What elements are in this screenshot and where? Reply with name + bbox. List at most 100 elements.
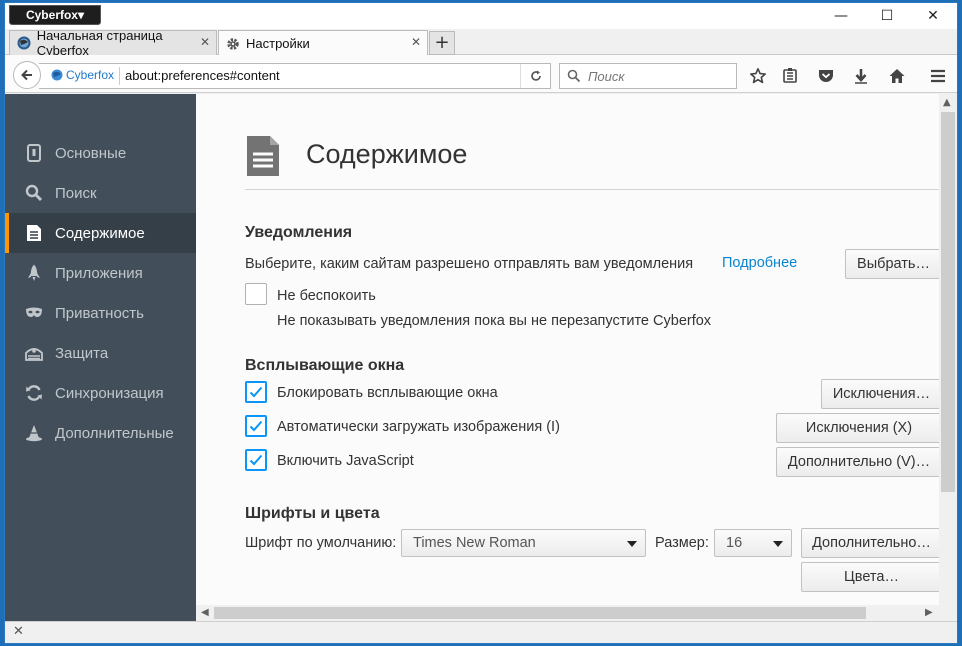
sidebar-item-general[interactable]: Основные [5,133,196,173]
sync-icon [25,384,43,402]
home-icon [889,69,905,83]
sidebar-item-label: Приватность [55,304,144,322]
search-icon [25,184,43,202]
block-popups-checkbox[interactable] [245,381,267,403]
enable-javascript-checkbox[interactable] [245,449,267,471]
sidebar-item-label: Защита [55,344,109,362]
identity-label: Cyberfox [66,68,115,82]
fonts-heading: Шрифты и цвета [245,505,380,522]
sidebar-item-sync[interactable]: Синхронизация [5,373,196,413]
tab-label: Настройки [246,36,310,51]
page-title: Содержимое [306,139,468,169]
load-images-checkbox[interactable] [245,415,267,437]
chevron-down-icon [773,541,783,547]
mask-icon [25,304,43,322]
vertical-scrollbar[interactable]: ▲ [939,94,957,606]
document-icon [245,134,281,183]
learn-more-link[interactable]: Подробнее [722,255,797,271]
globe-icon [51,69,63,81]
load-images-label: Автоматически загружать изображения (I) [277,419,560,435]
cyberfox-globe-icon [16,35,32,51]
scroll-right-icon[interactable]: ▶ [925,607,933,618]
popups-heading: Всплывающие окна [245,357,405,374]
pocket-button[interactable] [813,63,839,89]
scroll-up-icon[interactable]: ▲ [943,97,951,108]
bookmarks-list-icon [783,68,797,83]
new-tab-button[interactable]: + [429,31,455,55]
font-size-select[interactable]: 16 [714,529,792,557]
page-header: Содержимое [245,130,945,190]
maximize-button[interactable]: ☐ [864,3,910,29]
sidebar-item-content[interactable]: Содержимое [5,213,196,253]
image-exceptions-button[interactable]: Исключения (X) [776,413,942,443]
shield-icon [25,344,43,362]
do-not-disturb-hint: Не показывать уведомления пока вы не пер… [277,313,712,329]
do-not-disturb-label: Не беспокоить [277,288,376,304]
scroll-left-icon[interactable]: ◀ [201,607,209,618]
close-statusbar-icon[interactable]: ✕ [13,624,24,639]
sidebar-item-privacy[interactable]: Приватность [5,293,196,333]
preferences-content: Основные Поиск Содержимое Приложения При… [5,94,957,621]
tab-strip: Начальная страница Cyberfox ✕ Настройки … [5,28,957,58]
preferences-main-pane: Содержимое Уведомления Выберите, каким с… [196,94,945,606]
site-identity[interactable]: Cyberfox [51,68,114,82]
search-bar[interactable] [559,63,737,89]
hamburger-icon [931,69,945,83]
title-bar: Cyberfox▾ — ☐ ✕ [5,3,957,29]
sidebar-item-label: Поиск [55,184,97,202]
sidebar-item-applications[interactable]: Приложения [5,253,196,293]
wizard-hat-icon [25,424,43,442]
tab-settings[interactable]: Настройки ✕ [218,30,428,56]
checkmark-icon [249,386,263,398]
close-tab-icon[interactable]: ✕ [200,35,210,49]
sidebar-item-security[interactable]: Защита [5,333,196,373]
pocket-icon [819,70,833,82]
tab-label: Начальная страница Cyberfox [36,28,163,58]
url-bar[interactable]: Cyberfox about:preferences#content [39,63,551,89]
bookmarks-menu-button[interactable] [777,63,803,89]
general-icon [25,144,43,162]
font-size-label: Размер: [655,535,709,551]
javascript-advanced-button[interactable]: Дополнительно (V)… [776,447,942,477]
close-window-button[interactable]: ✕ [910,3,956,29]
gear-icon [225,36,241,52]
search-icon [567,69,581,83]
navigation-toolbar: Cyberfox about:preferences#content [5,55,957,93]
minimize-button[interactable]: — [818,3,864,29]
block-popups-label: Блокировать всплывающие окна [277,385,498,401]
do-not-disturb-checkbox[interactable] [245,283,267,305]
reload-icon [530,70,541,81]
downloads-button[interactable] [848,63,874,89]
font-size-value: 16 [726,535,743,551]
app-menu-button[interactable]: Cyberfox▾ [9,5,101,25]
url-text[interactable]: about:preferences#content [125,68,280,83]
default-font-select[interactable]: Times New Roman [401,529,646,557]
back-button[interactable] [13,61,41,89]
enable-javascript-label: Включить JavaScript [277,453,414,469]
horizontal-scrollbar[interactable]: ◀ ▶ [196,605,939,621]
vertical-scroll-thumb[interactable] [941,112,955,492]
sidebar-item-advanced[interactable]: Дополнительные [5,413,196,453]
sidebar-item-label: Синхронизация [55,384,164,402]
colors-button[interactable]: Цвета… [801,562,942,592]
sidebar-item-label: Содержимое [55,224,145,242]
sidebar-item-label: Дополнительные [55,424,174,442]
checkmark-icon [249,454,263,466]
star-icon [750,68,766,84]
status-bar: ✕ [5,621,957,643]
sidebar-item-search[interactable]: Поиск [5,173,196,213]
url-separator [119,67,120,85]
hamburger-menu-button[interactable] [925,63,951,89]
home-button[interactable] [884,63,910,89]
close-tab-icon[interactable]: ✕ [411,35,421,49]
fonts-advanced-button[interactable]: Дополнительно… [801,528,942,558]
default-font-value: Times New Roman [413,535,536,551]
reload-button[interactable] [520,64,550,88]
checkmark-icon [249,420,263,432]
horizontal-scroll-thumb[interactable] [214,607,866,619]
bookmark-star-button[interactable] [745,63,771,89]
popup-exceptions-button[interactable]: Исключения… [821,379,942,409]
tab-start-page[interactable]: Начальная страница Cyberfox ✕ [9,28,217,58]
search-input[interactable] [588,67,728,85]
choose-notifications-button[interactable]: Выбрать… [845,249,942,279]
